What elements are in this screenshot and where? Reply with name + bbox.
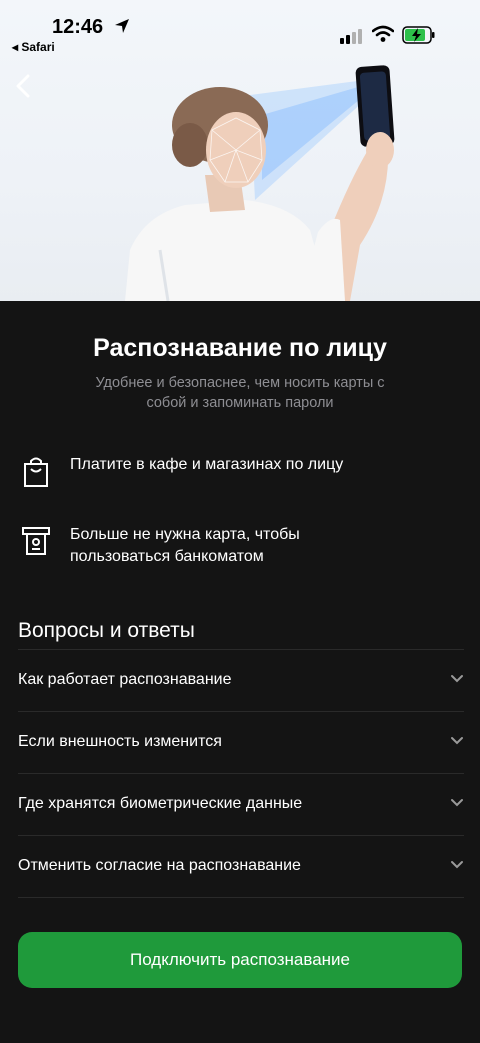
faq-question: Если внешность изменится — [18, 733, 222, 750]
faq-section-title: Вопросы и ответы — [18, 619, 195, 642]
main-content: Распознавание по лицу Удобнее и безопасн… — [0, 301, 480, 1043]
wifi-icon — [372, 25, 394, 42]
page-title: Распознавание по лицу — [93, 334, 387, 362]
hero-image: 12:46 ◂ Safari — [0, 0, 480, 301]
chevron-down-icon — [451, 737, 463, 745]
faq-item-revoke-consent[interactable]: Отменить согласие на распознавание — [18, 835, 464, 898]
back-to-safari-link[interactable]: ◂ Safari — [12, 40, 55, 54]
feature-atm-without-card: Больше не нужна карта, чтобы пользоватьс… — [20, 524, 460, 572]
status-bar: 12:46 ◂ Safari — [0, 0, 480, 60]
faq-question: Как работает распознавание — [18, 671, 232, 688]
page-subtitle: Удобнее и безопаснее, чем носить карты с… — [95, 375, 385, 411]
feature-text: Платите в кафе и магазинах по лицу — [70, 456, 344, 473]
faq-item-data-storage[interactable]: Где хранятся биометрические данные — [18, 773, 464, 836]
location-arrow-icon — [115, 19, 129, 33]
faq-question: Где хранятся биометрические данные — [18, 795, 303, 812]
faq-item-how-it-works[interactable]: Как работает распознавание — [18, 649, 464, 712]
feature-pay-by-face: Платите в кафе и магазинах по лицу — [20, 454, 460, 502]
faq-question: Отменить согласие на распознавание — [18, 857, 301, 874]
cellular-signal-icon — [340, 29, 362, 44]
battery-charging-icon — [402, 26, 435, 44]
back-chevron-icon[interactable] — [14, 74, 32, 98]
shopping-bag-icon — [24, 457, 48, 487]
atm-icon — [22, 527, 50, 555]
faq-item-appearance-change[interactable]: Если внешность изменится — [18, 711, 464, 774]
feature-text: Больше не нужна карта, чтобы пользоватьс… — [70, 526, 300, 565]
chevron-down-icon — [451, 799, 463, 807]
divider — [18, 897, 464, 898]
status-time: 12:46 — [52, 16, 104, 38]
chevron-down-icon — [451, 861, 463, 869]
enable-recognition-button[interactable]: Подключить распознавание — [18, 932, 462, 988]
chevron-down-icon — [451, 675, 463, 683]
